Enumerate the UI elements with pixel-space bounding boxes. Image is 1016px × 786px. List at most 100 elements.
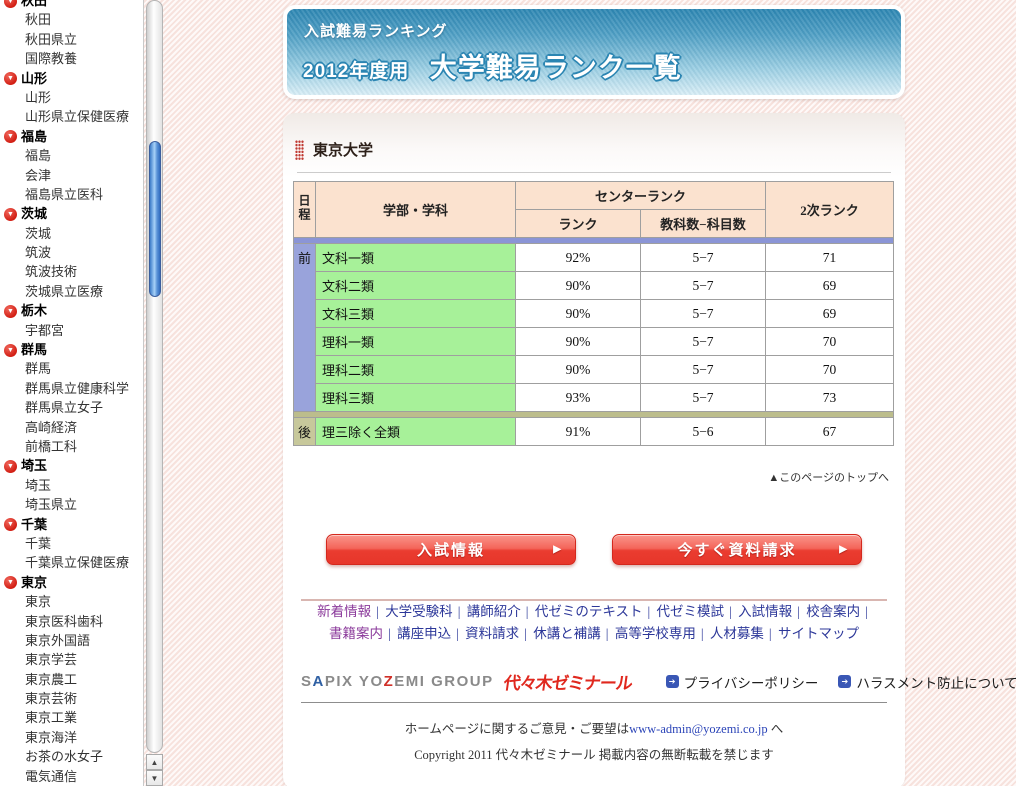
- sidebar-item[interactable]: ▼ 東京外国語: [0, 631, 143, 650]
- exam-info-button[interactable]: 入試情報 ▶: [326, 534, 576, 565]
- sidebar-item-label: 秋田県立: [25, 32, 77, 47]
- link-separator: |: [388, 626, 391, 641]
- footer-link[interactable]: 休講と補講|: [533, 626, 615, 641]
- scrollbar-track[interactable]: [146, 0, 163, 753]
- sidebar-item[interactable]: ▼ 前橋工科: [0, 437, 143, 456]
- sidebar-item[interactable]: ▼ 東京海洋: [0, 728, 143, 747]
- sidebar-item[interactable]: ▼ 埼玉: [0, 476, 143, 495]
- page-background: ▼ 秋田 ▼ 秋田 ▼ 秋田県立 ▼ 国際教養: [0, 0, 1016, 786]
- footer-link[interactable]: 講師紹介|: [467, 604, 535, 619]
- back-to-top-link[interactable]: ▲このページのトップへ: [768, 472, 889, 484]
- secondary-rank-cell: 69: [766, 272, 894, 300]
- subjects-cell: 5−7: [641, 272, 766, 300]
- rank-cell: 93%: [516, 384, 641, 412]
- banner-title: 大学難易ランク一覧: [430, 53, 682, 83]
- sidebar-item[interactable]: ▼ お茶の水女子: [0, 747, 143, 766]
- sidebar-item[interactable]: ▼ 東京学芸: [0, 650, 143, 669]
- sidebar-item[interactable]: ▼ 東京: [0, 573, 143, 592]
- sidebar-item[interactable]: ▼ 茨城県立医療: [0, 282, 143, 301]
- footer-link[interactable]: 大学受験科|: [385, 604, 467, 619]
- table-row: 前 文科一類 92% 5−7 71: [294, 244, 894, 272]
- table-row: 文科三類 90% 5−7 69: [294, 300, 894, 328]
- group-branding-row: SAPIX YOZEMI GROUP 代々木ゼミナール ➔ プライバシーポリシー…: [283, 669, 905, 694]
- sidebar-item[interactable]: ▼ 電気通信: [0, 767, 143, 786]
- footer-link[interactable]: 資料請求|: [465, 626, 533, 641]
- sidebar-item-label: 前橋工科: [25, 439, 77, 454]
- sidebar-item[interactable]: ▼ 宇都宮: [0, 321, 143, 340]
- footer-link[interactable]: 代ゼミのテキスト|: [535, 604, 657, 619]
- footer-link[interactable]: 講座申込|: [397, 626, 465, 641]
- footer-link[interactable]: 新着情報|: [317, 604, 385, 619]
- faculty-cell: 理科二類: [316, 356, 516, 384]
- sidebar-item[interactable]: ▼ 栃木: [0, 301, 143, 320]
- contact-email-link[interactable]: www-admin@yozemi.co.jp: [629, 722, 768, 736]
- table-row: 理科一類 90% 5−7 70: [294, 328, 894, 356]
- faculty-cell: 文科三類: [316, 300, 516, 328]
- sidebar-item[interactable]: ▼ 秋田県立: [0, 30, 143, 49]
- link-separator: |: [456, 626, 459, 641]
- card-footer: 新着情報| 大学受験科| 講師紹介| 代ゼミのテキスト|: [283, 599, 905, 645]
- policy-link[interactable]: ➔ プライバシーポリシー: [666, 672, 819, 692]
- sidebar-item[interactable]: ▼ 国際教養: [0, 49, 143, 68]
- sidebar-item[interactable]: ▼ 山形: [0, 88, 143, 107]
- sidebar-item[interactable]: ▼ 高崎経済: [0, 418, 143, 437]
- sidebar-item-label: 福島: [21, 129, 47, 144]
- sidebar-item[interactable]: ▼ 会津: [0, 166, 143, 185]
- sidebar-item[interactable]: ▼ 秋田: [0, 0, 143, 10]
- link-separator: |: [701, 626, 704, 641]
- sidebar-item[interactable]: ▼ 群馬: [0, 340, 143, 359]
- sidebar-item[interactable]: ▼ 東京: [0, 592, 143, 611]
- sidebar-item[interactable]: ▼ 山形: [0, 69, 143, 88]
- schedule-cell: 前: [294, 244, 316, 412]
- sidebar-item[interactable]: ▼ 東京農工: [0, 670, 143, 689]
- down-arrow-icon: ▼: [4, 460, 17, 473]
- sidebar-item[interactable]: ▼ 千葉: [0, 515, 143, 534]
- subjects-cell: 5−6: [641, 418, 766, 446]
- request-materials-button[interactable]: 今すぐ資料請求 ▶: [612, 534, 862, 565]
- banner-tagline: 入試難易ランキング: [287, 9, 901, 41]
- scroll-down-button[interactable]: ▼: [146, 770, 163, 786]
- footer-link[interactable]: 高等学校専用|: [615, 626, 710, 641]
- down-arrow-icon: ▼: [4, 518, 17, 531]
- sidebar-item-label: 秋田: [21, 0, 47, 8]
- footer-link[interactable]: 人材募集|: [710, 626, 778, 641]
- sidebar-item[interactable]: ▼ 筑波技術: [0, 262, 143, 281]
- sidebar-item[interactable]: ▼ 群馬: [0, 359, 143, 378]
- sapix-yozemi-group-logo: SAPIX YOZEMI GROUP: [301, 673, 494, 690]
- scroll-up-button[interactable]: ▲: [146, 754, 163, 770]
- sidebar-item[interactable]: ▼ 東京芸術: [0, 689, 143, 708]
- sidebar-item-label: 茨城: [25, 226, 51, 241]
- sidebar-item[interactable]: ▼ 群馬県立女子: [0, 398, 143, 417]
- secondary-rank-cell: 71: [766, 244, 894, 272]
- sidebar-item-label: 東京: [25, 594, 51, 609]
- sidebar-item[interactable]: ▼ 群馬県立健康科学: [0, 379, 143, 398]
- sidebar-item[interactable]: ▼ 千葉: [0, 534, 143, 553]
- scrollbar-thumb[interactable]: [149, 141, 161, 297]
- policy-link[interactable]: ➔ ハラスメント防止について: [838, 672, 1016, 692]
- sidebar-item[interactable]: ▼ 千葉県立保健医療: [0, 553, 143, 572]
- rank-cell: 91%: [516, 418, 641, 446]
- sidebar-item[interactable]: ▼ 茨城: [0, 224, 143, 243]
- sidebar-item[interactable]: ▼ 福島: [0, 127, 143, 146]
- sidebar-item[interactable]: ▼ 埼玉: [0, 456, 143, 475]
- sidebar-item[interactable]: ▼ 東京医科歯科: [0, 612, 143, 631]
- table-row: 理科二類 90% 5−7 70: [294, 356, 894, 384]
- footer-link[interactable]: 入試情報|: [738, 604, 806, 619]
- sidebar-item[interactable]: ▼ 東京工業: [0, 708, 143, 727]
- footer-link[interactable]: 代ゼミ模試|: [657, 604, 739, 619]
- sidebar-item[interactable]: ▼ 茨城: [0, 204, 143, 223]
- sidebar-item[interactable]: ▼ 福島: [0, 146, 143, 165]
- sidebar-item[interactable]: ▼ 山形県立保健医療: [0, 107, 143, 126]
- arrow-square-icon: ➔: [838, 675, 851, 688]
- footer-link[interactable]: 校舎案内|: [806, 604, 871, 619]
- sidebar-item-label: 千葉: [25, 536, 51, 551]
- sidebar-item[interactable]: ▼ 筑波: [0, 243, 143, 262]
- sidebar-item[interactable]: ▼ 秋田: [0, 10, 143, 29]
- footer-link[interactable]: サイトマップ|: [778, 626, 859, 641]
- sidebar-item-label: 栃木: [21, 303, 47, 318]
- subjects-cell: 5−7: [641, 356, 766, 384]
- sidebar-item-label: お茶の水女子: [25, 749, 103, 764]
- footer-link[interactable]: 書籍案内|: [329, 626, 397, 641]
- sidebar-item[interactable]: ▼ 福島県立医科: [0, 185, 143, 204]
- sidebar-item[interactable]: ▼ 埼玉県立: [0, 495, 143, 514]
